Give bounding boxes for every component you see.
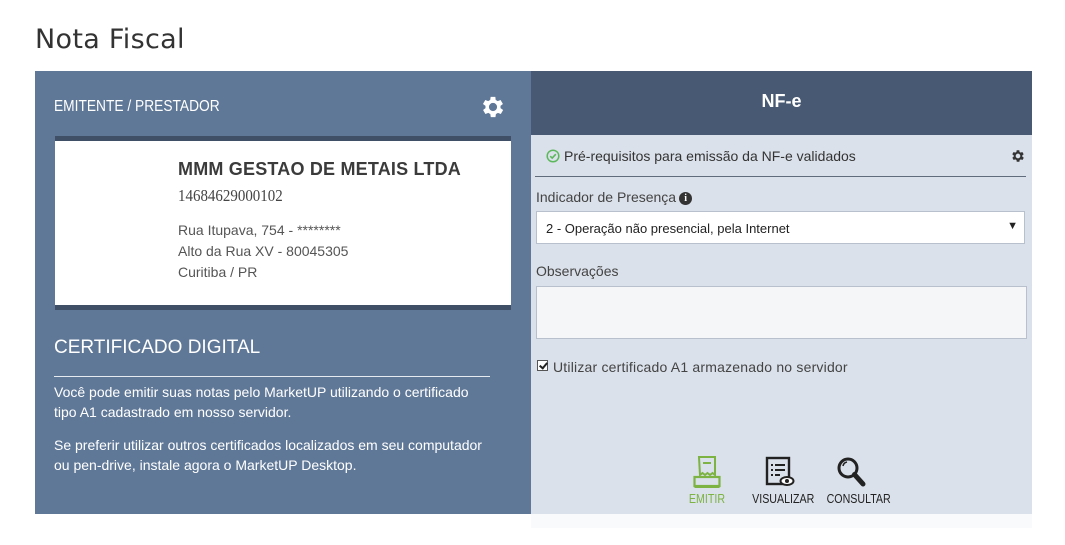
document-view-icon — [765, 456, 795, 486]
issuer-header: EMITENTE / PRESTADOR — [54, 98, 220, 115]
presence-select[interactable]: 2 - Operação não presencial, pela Intern… — [536, 211, 1025, 244]
page-title: Nota Fiscal — [35, 24, 185, 55]
certificate-text-desktop: Se preferir utilizar outros certificados… — [54, 437, 482, 473]
company-name: MMM GESTAO DE METAIS LTDA — [178, 159, 461, 179]
view-button[interactable]: VISUALIZAR — [746, 455, 814, 506]
consult-button[interactable]: CONSULTAR — [821, 455, 891, 506]
observations-label: Observações — [536, 263, 619, 279]
gear-icon[interactable] — [1010, 148, 1026, 164]
address-street: Rua Itupava, 754 - ******** — [178, 222, 341, 238]
company-cnpj: 14684629000102 — [178, 186, 283, 205]
info-icon[interactable]: i — [679, 192, 693, 205]
prerequisites-text: Pré-requisitos para emissão da NF-e vali… — [564, 148, 856, 164]
view-label: VISUALIZAR — [752, 491, 815, 506]
use-a1-checkbox[interactable] — [537, 360, 548, 371]
search-icon — [837, 457, 866, 487]
nfe-panel: NF-e Pré-requisitos para emissão da NF-e… — [531, 71, 1032, 514]
emit-label: EMITIR — [688, 491, 726, 506]
panel-bottom-strip — [531, 514, 1032, 528]
observations-textarea[interactable] — [536, 286, 1027, 339]
company-card: MMM GESTAO DE METAIS LTDA 14684629000102… — [55, 136, 511, 310]
check-circle-icon — [546, 149, 560, 163]
certificate-title: CERTIFICADO DIGITAL — [54, 337, 261, 358]
presence-select-value: 2 - Operação não presencial, pela Intern… — [546, 221, 790, 236]
gear-icon[interactable] — [479, 93, 507, 121]
dropdown-arrow-icon: ▼ — [1007, 220, 1018, 232]
emit-button[interactable]: EMITIR — [683, 455, 731, 506]
receipt-printer-icon — [693, 456, 721, 488]
address-district: Alto da Rua XV - 80045305 — [178, 243, 349, 259]
nfe-header: NF-e — [531, 71, 1032, 135]
prerequisites-row: Pré-requisitos para emissão da NF-e vali… — [535, 135, 1026, 177]
presence-label-text: Indicador de Presença — [536, 189, 677, 205]
address-city: Curitiba / PR — [178, 264, 258, 280]
issuer-panel: EMITENTE / PRESTADOR MMM GESTAO DE METAI… — [35, 71, 531, 514]
use-a1-label[interactable]: Utilizar certificado A1 armazenado no se… — [553, 359, 848, 375]
certificate-text-a1: Você pode emitir suas notas pelo MarketU… — [54, 384, 469, 420]
consult-label: CONSULTAR — [826, 491, 891, 506]
presence-label: Indicador de Presença i — [536, 189, 693, 205]
certificate-divider — [54, 376, 490, 377]
